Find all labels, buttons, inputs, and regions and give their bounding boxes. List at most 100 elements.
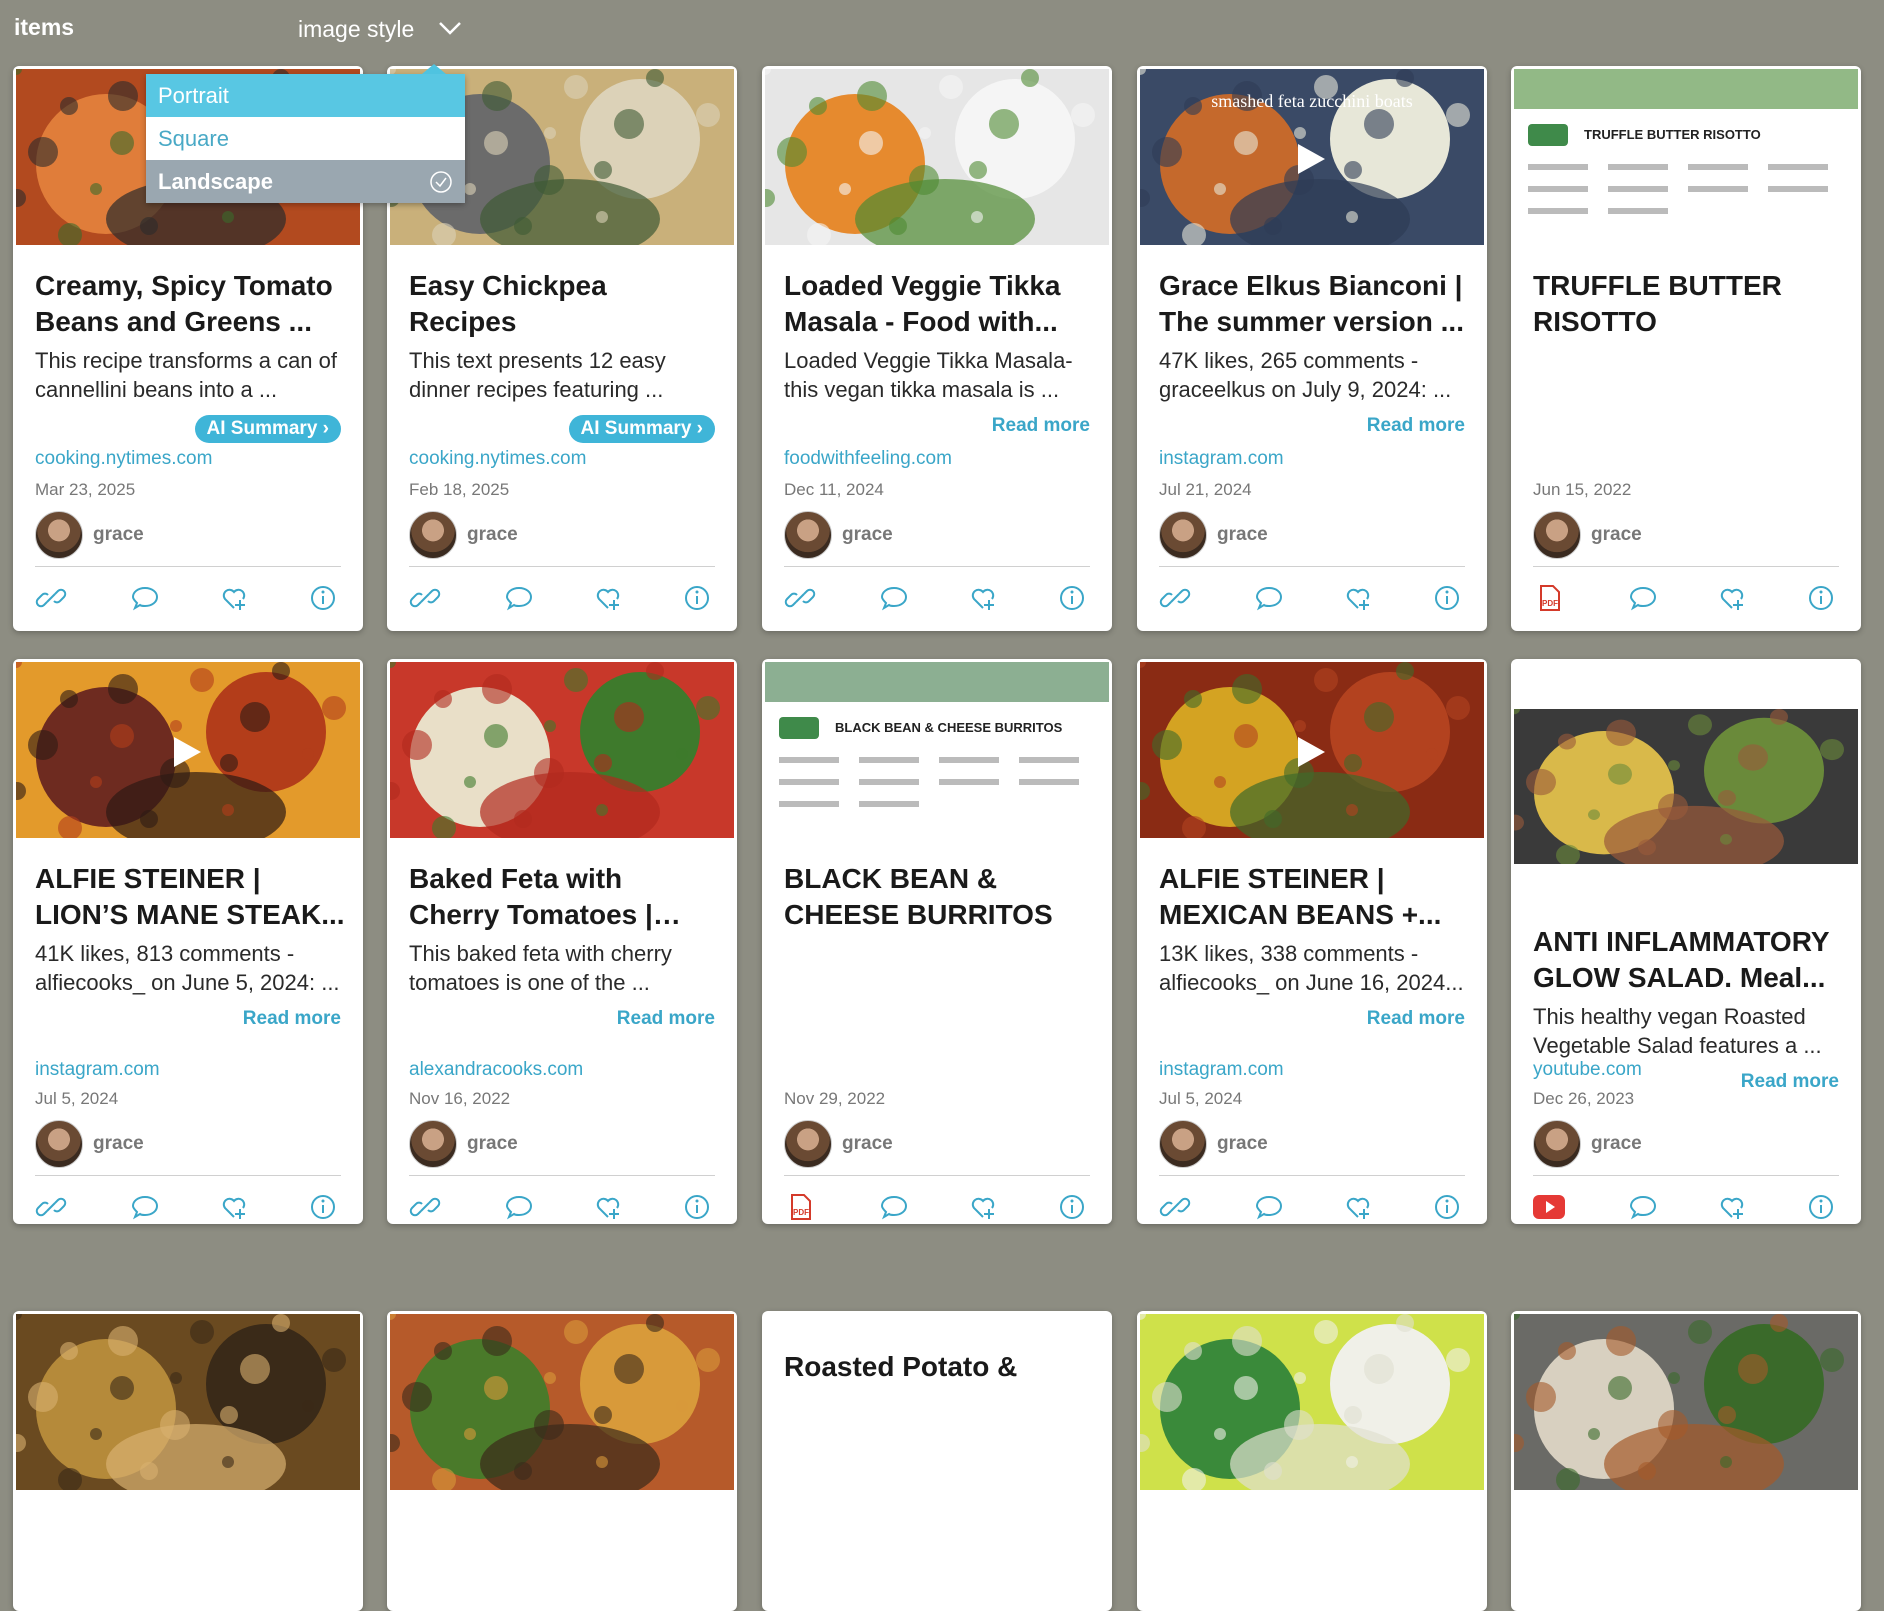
item-card[interactable]: ALFIE STEINER | MEXICAN BEANS +... 13K li… xyxy=(1137,659,1487,1224)
item-title[interactable]: ANTI INFLAMMATORY GLOW SALAD. Meal... xyxy=(1533,924,1843,996)
item-username[interactable]: grace xyxy=(1217,1133,1268,1155)
item-thumbnail[interactable] xyxy=(16,662,360,838)
item-thumbnail[interactable] xyxy=(16,1314,360,1490)
comment-icon[interactable] xyxy=(129,582,161,614)
item-card[interactable] xyxy=(387,1311,737,1611)
heart-add-icon[interactable] xyxy=(592,582,624,614)
info-icon[interactable] xyxy=(1805,1191,1837,1223)
link-icon[interactable] xyxy=(35,1191,67,1223)
info-icon[interactable] xyxy=(1805,582,1837,614)
info-icon[interactable] xyxy=(1431,1191,1463,1223)
link-icon[interactable] xyxy=(409,1191,441,1223)
item-domain[interactable]: youtube.com xyxy=(1533,1059,1642,1081)
heart-add-icon[interactable] xyxy=(1342,1191,1374,1223)
heart-add-icon[interactable] xyxy=(1342,582,1374,614)
item-domain[interactable]: foodwithfeeling.com xyxy=(784,448,952,470)
item-card[interactable]: smashed feta zucchini boats Grace Elkus B… xyxy=(1137,66,1487,631)
read-more-link[interactable]: Read more xyxy=(992,415,1090,437)
link-icon[interactable] xyxy=(784,582,816,614)
item-thumbnail[interactable] xyxy=(1514,1314,1858,1490)
info-icon[interactable] xyxy=(1431,582,1463,614)
item-title[interactable]: TRUFFLE BUTTER RISOTTO xyxy=(1533,268,1843,340)
ai-summary-button[interactable]: AI Summary › xyxy=(194,415,341,443)
comment-icon[interactable] xyxy=(878,582,910,614)
item-domain[interactable]: cooking.nytimes.com xyxy=(35,448,212,470)
comment-icon[interactable] xyxy=(878,1191,910,1223)
item-thumbnail[interactable] xyxy=(1514,709,1858,864)
image-style-label[interactable]: image style xyxy=(298,16,414,43)
heart-add-icon[interactable] xyxy=(592,1191,624,1223)
item-thumbnail[interactable]: BLACK BEAN & CHEESE BURRITOS xyxy=(765,662,1109,838)
comment-icon[interactable] xyxy=(1627,582,1659,614)
info-icon[interactable] xyxy=(307,582,339,614)
item-card[interactable]: ANTI INFLAMMATORY GLOW SALAD. Meal... Thi… xyxy=(1511,659,1861,1224)
heart-add-icon[interactable] xyxy=(1716,1191,1748,1223)
item-username[interactable]: grace xyxy=(842,1133,893,1155)
heart-add-icon[interactable] xyxy=(1716,582,1748,614)
link-icon[interactable] xyxy=(1159,582,1191,614)
item-thumbnail[interactable] xyxy=(1140,662,1484,838)
avatar[interactable] xyxy=(784,511,832,559)
item-title[interactable]: Baked Feta with Cherry Tomatoes | Alexan… xyxy=(409,861,719,933)
item-thumbnail[interactable] xyxy=(1140,1314,1484,1490)
link-icon[interactable] xyxy=(1159,1191,1191,1223)
link-icon[interactable] xyxy=(35,582,67,614)
item-card[interactable]: ALFIE STEINER | LION’S MANE STEAK... 41K … xyxy=(13,659,363,1224)
item-username[interactable]: grace xyxy=(842,524,893,546)
info-icon[interactable] xyxy=(1056,1191,1088,1223)
heart-add-icon[interactable] xyxy=(967,1191,999,1223)
item-thumbnail[interactable] xyxy=(390,1314,734,1490)
item-title[interactable]: Grace Elkus Bianconi | The summer versio… xyxy=(1159,268,1469,340)
item-card[interactable] xyxy=(13,1311,363,1611)
item-thumbnail[interactable] xyxy=(390,662,734,838)
info-icon[interactable] xyxy=(307,1191,339,1223)
youtube-icon[interactable] xyxy=(1533,1191,1565,1223)
avatar[interactable] xyxy=(409,511,457,559)
heart-add-icon[interactable] xyxy=(218,582,250,614)
comment-icon[interactable] xyxy=(503,582,535,614)
avatar[interactable] xyxy=(409,1120,457,1168)
item-card[interactable] xyxy=(1137,1311,1487,1611)
info-icon[interactable] xyxy=(681,1191,713,1223)
item-card[interactable] xyxy=(1511,1311,1861,1611)
link-icon[interactable] xyxy=(409,582,441,614)
avatar[interactable] xyxy=(1159,1120,1207,1168)
pdf-icon[interactable]: PDF xyxy=(784,1191,816,1223)
item-username[interactable]: grace xyxy=(467,1133,518,1155)
item-card[interactable]: Loaded Veggie Tikka Masala - Food with..… xyxy=(762,66,1112,631)
comment-icon[interactable] xyxy=(1253,582,1285,614)
comment-icon[interactable] xyxy=(503,1191,535,1223)
item-card[interactable]: TRUFFLE BUTTER RISOTTO TRUFFLE BUTTER RIS… xyxy=(1511,66,1861,631)
item-username[interactable]: grace xyxy=(1591,1133,1642,1155)
item-thumbnail[interactable]: smashed feta zucchini boats xyxy=(1140,69,1484,245)
pdf-icon[interactable]: PDF xyxy=(1533,582,1565,614)
item-title[interactable]: Creamy, Spicy Tomato Beans and Greens ..… xyxy=(35,268,345,340)
avatar[interactable] xyxy=(784,1120,832,1168)
avatar[interactable] xyxy=(35,511,83,559)
read-more-link[interactable]: Read more xyxy=(617,1008,715,1030)
item-title[interactable]: Loaded Veggie Tikka Masala - Food with..… xyxy=(784,268,1094,340)
chevron-down-icon[interactable] xyxy=(436,18,464,38)
comment-icon[interactable] xyxy=(1253,1191,1285,1223)
item-title[interactable]: ALFIE STEINER | MEXICAN BEANS +... xyxy=(1159,861,1469,933)
image-style-option-square[interactable]: Square xyxy=(146,117,465,160)
comment-icon[interactable] xyxy=(129,1191,161,1223)
info-icon[interactable] xyxy=(681,582,713,614)
item-title[interactable]: BLACK BEAN & CHEESE BURRITOS xyxy=(784,861,1094,933)
item-username[interactable]: grace xyxy=(1591,524,1642,546)
avatar[interactable] xyxy=(1533,511,1581,559)
info-icon[interactable] xyxy=(1056,582,1088,614)
image-style-option-portrait[interactable]: Portrait xyxy=(146,74,465,117)
read-more-link[interactable]: Read more xyxy=(1741,1071,1839,1093)
item-domain[interactable]: alexandracooks.com xyxy=(409,1059,583,1081)
image-style-option-landscape[interactable]: Landscape xyxy=(146,160,465,203)
heart-add-icon[interactable] xyxy=(218,1191,250,1223)
item-card[interactable]: BLACK BEAN & CHEESE BURRITOS BLACK BEAN &… xyxy=(762,659,1112,1224)
read-more-link[interactable]: Read more xyxy=(243,1008,341,1030)
item-title[interactable]: ALFIE STEINER | LION’S MANE STEAK... xyxy=(35,861,345,933)
comment-icon[interactable] xyxy=(1627,1191,1659,1223)
item-domain[interactable]: instagram.com xyxy=(35,1059,160,1081)
heart-add-icon[interactable] xyxy=(967,582,999,614)
read-more-link[interactable]: Read more xyxy=(1367,1008,1465,1030)
item-card[interactable]: Baked Feta with Cherry Tomatoes | Alexan… xyxy=(387,659,737,1224)
